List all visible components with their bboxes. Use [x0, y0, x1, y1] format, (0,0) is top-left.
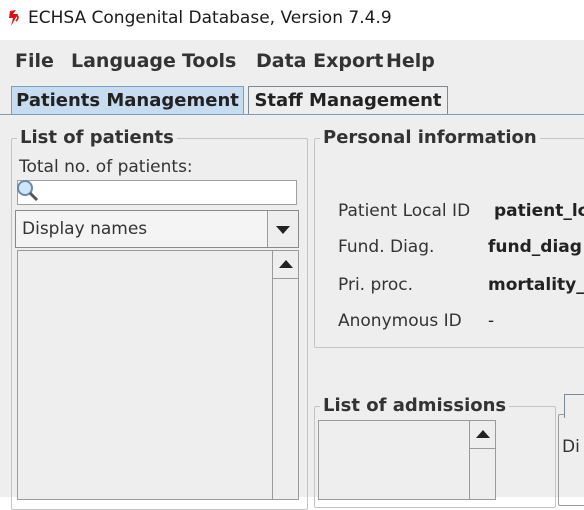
menu-bar: File Language Tools Data Export Help — [0, 40, 584, 81]
app-logo-icon — [9, 10, 19, 26]
menu-help[interactable]: Help — [386, 50, 435, 72]
display-names-select[interactable]: Display names — [15, 210, 299, 248]
patient-local-id-value: patient_lc — [494, 201, 584, 221]
patient-local-id-label: Patient Local ID — [338, 201, 471, 221]
main-tab-strip: Patients Management Staff Management — [0, 80, 584, 116]
tab-patients-management[interactable]: Patients Management — [11, 86, 244, 114]
search-icon — [17, 180, 39, 202]
anonymous-id-value: - — [488, 311, 495, 331]
patient-search-input[interactable] — [17, 180, 297, 205]
total-patients-label: Total no. of patients: — [19, 157, 193, 177]
anonymous-id-label: Anonymous ID — [338, 311, 462, 331]
display-names-dropdown-button[interactable] — [267, 211, 298, 247]
patients-list-scrollbar[interactable] — [272, 251, 298, 499]
chevron-up-icon — [475, 430, 490, 438]
personal-information-title: Personal information — [320, 127, 540, 148]
pri-proc-value: mortality_ — [488, 275, 584, 295]
tab-staff-management[interactable]: Staff Management — [248, 86, 448, 114]
admission-details-fragment: Di — [562, 437, 580, 457]
fund-diag-value: fund_diag — [488, 237, 582, 257]
menu-tools[interactable]: Tools — [182, 50, 236, 72]
chevron-up-icon — [278, 260, 293, 268]
pri-proc-label: Pri. proc. — [338, 275, 414, 295]
admissions-list[interactable] — [318, 420, 496, 500]
scroll-up-button[interactable] — [273, 251, 298, 279]
window-titlebar: ECHSA Congenital Database, Version 7.4.9 — [0, 0, 584, 40]
display-names-value: Display names — [22, 219, 148, 239]
list-of-patients-title: List of patients — [17, 127, 177, 148]
menu-language[interactable]: Language — [71, 50, 176, 72]
patients-list[interactable] — [17, 250, 299, 500]
admission-details-panel — [558, 414, 584, 506]
chevron-down-icon — [276, 226, 290, 234]
scroll-up-button[interactable] — [470, 421, 495, 449]
tab-admission-details[interactable] — [564, 394, 584, 418]
menu-data-export[interactable]: Data Export — [256, 50, 383, 72]
menu-file[interactable]: File — [15, 50, 54, 72]
admissions-list-scrollbar[interactable] — [469, 421, 495, 499]
window-title: ECHSA Congenital Database, Version 7.4.9 — [28, 8, 392, 28]
fund-diag-label: Fund. Diag. — [338, 237, 435, 257]
list-of-admissions-title: List of admissions — [320, 395, 510, 416]
